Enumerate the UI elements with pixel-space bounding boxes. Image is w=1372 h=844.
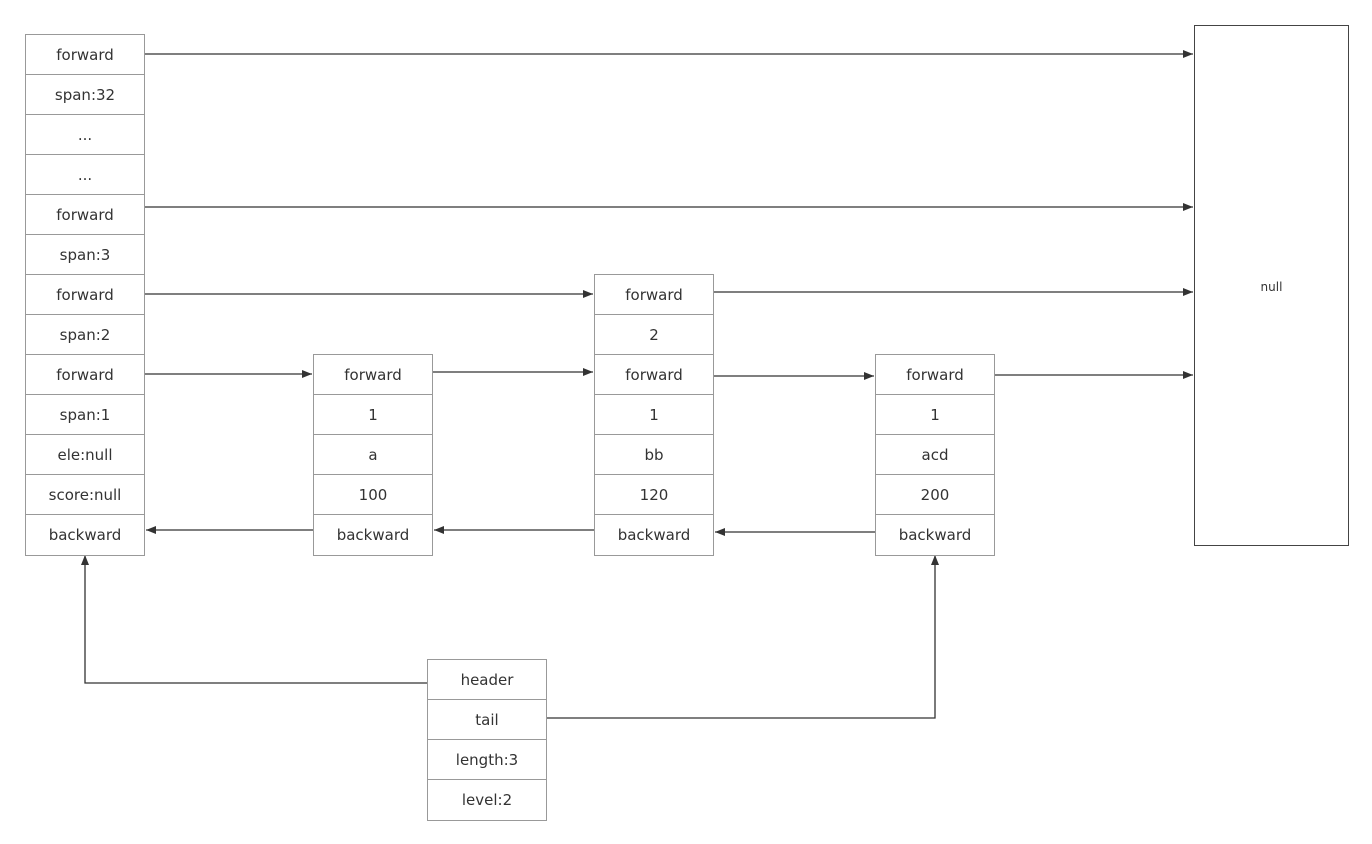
field-cell: forward (26, 355, 144, 395)
skiplist-node-bb: forward 2 forward 1 bb 120 backward (594, 274, 714, 556)
null-node: null (1194, 25, 1349, 546)
skiplist-node-a: forward 1 a 100 backward (313, 354, 433, 556)
field-cell: length:3 (428, 740, 546, 780)
field-cell: forward (595, 275, 713, 315)
field-cell: forward (26, 275, 144, 315)
skiplist-node-acd: forward 1 acd 200 backward (875, 354, 995, 556)
field-cell: forward (876, 355, 994, 395)
field-cell: ... (26, 115, 144, 155)
field-cell: a (314, 435, 432, 475)
field-cell: ele:null (26, 435, 144, 475)
field-cell: 1 (876, 395, 994, 435)
field-cell: bb (595, 435, 713, 475)
field-cell: backward (617, 526, 691, 544)
field-cell: 1 (314, 395, 432, 435)
field-cell: backward (336, 526, 410, 544)
field-cell: forward (595, 355, 713, 395)
field-cell: ... (26, 155, 144, 195)
field-cell: backward (898, 526, 972, 544)
field-cell: span:32 (26, 75, 144, 115)
field-cell: backward (48, 526, 122, 544)
field-cell: span:1 (26, 395, 144, 435)
skiplist-header-node: forward span:32...... forward span:3 forward… (25, 34, 145, 556)
field-cell: score:null (26, 475, 144, 515)
field-cell: 120 (595, 475, 713, 515)
field-cell: header (428, 660, 546, 700)
field-cell: 1 (595, 395, 713, 435)
field-cell: span:3 (26, 235, 144, 275)
field-cell: level:2 (461, 791, 513, 809)
arrow-list-tail (547, 555, 939, 719)
field-cell: forward (26, 195, 144, 235)
field-cell: 200 (876, 475, 994, 515)
field-cell: acd (876, 435, 994, 475)
null-label: null (1260, 280, 1283, 294)
skiplist-struct: header tail length:3 level:2 (427, 659, 547, 821)
field-cell: 2 (595, 315, 713, 355)
field-cell: forward (314, 355, 432, 395)
field-cell: 100 (314, 475, 432, 515)
field-cell: span:2 (26, 315, 144, 355)
field-cell: forward (26, 35, 144, 75)
arrow-list-header (81, 555, 427, 684)
field-cell: tail (428, 700, 546, 740)
